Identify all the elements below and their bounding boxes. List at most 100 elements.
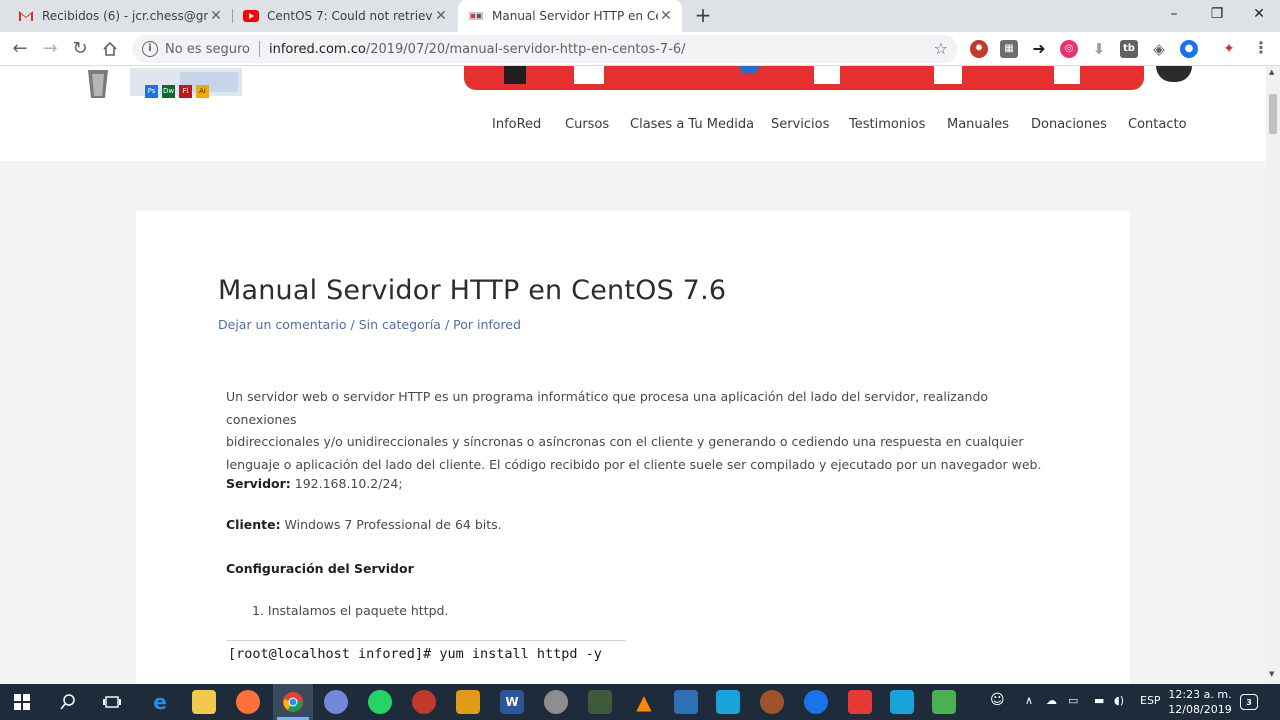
bug-icon[interactable]: ✹ <box>970 40 988 58</box>
step-item: 1. Instalamos el paquete httpd. <box>252 603 449 618</box>
virtualbox-icon[interactable] <box>674 690 698 714</box>
shield-icon[interactable]: ● <box>1180 40 1198 58</box>
youtube-icon <box>243 8 259 24</box>
forward-button[interactable]: → <box>39 38 61 60</box>
reload-button[interactable]: ↻ <box>69 38 91 60</box>
download-icon[interactable]: ⬇ <box>1090 40 1108 58</box>
back-button[interactable]: ← <box>9 38 31 60</box>
close-icon[interactable]: ✕ <box>433 8 449 24</box>
notification-center-icon[interactable]: 3 <box>1240 694 1258 710</box>
web-page: Ps Dw Fl Ai InfoRed Cursos Clases a Tu M… <box>0 66 1266 684</box>
scroll-down-icon[interactable]: ▼ <box>1269 670 1274 678</box>
volume-icon[interactable]: ◖) <box>1114 694 1124 707</box>
app6-icon[interactable] <box>848 690 872 714</box>
nav-inforED[interactable]: InfoRed <box>492 117 541 132</box>
new-tab-button[interactable]: + <box>692 4 714 26</box>
word-icon[interactable]: W <box>500 690 524 714</box>
site-header: Ps Dw Fl Ai InfoRed Cursos Clases a Tu M… <box>0 66 1266 161</box>
firefox-icon[interactable] <box>236 690 260 714</box>
scrollbar-thumb[interactable] <box>1269 94 1277 134</box>
client-line: Cliente: Windows 7 Professional de 64 bi… <box>226 514 1046 537</box>
nav-manuales[interactable]: Manuales <box>947 117 1009 132</box>
nav-cursos[interactable]: Cursos <box>565 117 609 132</box>
network-icon[interactable]: ▭ <box>1068 694 1078 707</box>
folder-app-icon[interactable] <box>456 690 480 714</box>
app5-icon[interactable] <box>760 690 784 714</box>
language-indicator[interactable]: ESP <box>1140 694 1161 707</box>
file-explorer-icon[interactable] <box>192 690 216 714</box>
tab-title: CentOS 7: Could not retrieve mirr <box>267 9 433 23</box>
app3-icon[interactable] <box>588 690 612 714</box>
gauge-icon[interactable]: ▦ <box>1000 40 1018 58</box>
nav-contacto[interactable]: Contacto <box>1128 117 1187 132</box>
address-bar[interactable]: i No es seguro infored.com.co/2019/07/20… <box>132 35 958 63</box>
client-label: Cliente: <box>226 517 281 532</box>
infored-icon <box>468 8 484 24</box>
comment-link[interactable]: Dejar un comentario <box>218 317 347 332</box>
nav-testimonios[interactable]: Testimonios <box>849 117 925 132</box>
people-icon[interactable]: ☺ <box>990 692 1005 708</box>
cloud-icon[interactable]: ☁ <box>1046 694 1057 707</box>
tab-gmail[interactable]: Recibidos (6) - jcr.chess@gmail.c ✕ <box>8 0 232 32</box>
app2-icon[interactable] <box>544 690 568 714</box>
sign-icon[interactable]: ◎ <box>1060 40 1078 58</box>
tab-title: Manual Servidor HTTP en CentO <box>492 9 658 23</box>
windows-start-icon[interactable] <box>10 690 34 714</box>
tab-youtube[interactable]: CentOS 7: Could not retrieve mirr ✕ <box>233 0 457 32</box>
tb-icon[interactable]: tb <box>1120 40 1138 58</box>
software-badge: Dw <box>162 85 175 98</box>
category-link[interactable]: Sin categoría <box>359 317 441 332</box>
software-badge: Fl <box>179 85 192 98</box>
share-arrow-icon[interactable]: ➜ <box>1030 40 1048 58</box>
browser-toolbar: ← → ↻ i No es seguro infored.com.co/2019… <box>0 32 1280 66</box>
app8-icon[interactable] <box>932 690 956 714</box>
app-icon[interactable] <box>412 690 436 714</box>
minimize-button[interactable]: – <box>1153 0 1195 28</box>
software-badge: Ps <box>145 85 158 98</box>
server-line: Servidor: 192.168.10.2/24; <box>226 473 1046 496</box>
scroll-up-icon[interactable]: ▲ <box>1269 68 1274 76</box>
code-block: [root@localhost infored]# yum install ht… <box>228 646 602 662</box>
tab-infored[interactable]: Manual Servidor HTTP en CentO ✕ <box>458 0 682 32</box>
menu-icon[interactable]: ⋮ <box>1252 40 1270 58</box>
app4-icon[interactable] <box>716 690 740 714</box>
info-icon[interactable]: i <box>142 41 158 57</box>
home-button[interactable] <box>99 38 121 60</box>
close-icon[interactable]: ✕ <box>658 8 674 24</box>
tab-title: Recibidos (6) - jcr.chess@gmail.c <box>42 9 208 23</box>
article-title: Manual Servidor HTTP en CentOS 7.6 <box>218 275 727 306</box>
client-value: Windows 7 Professional de 64 bits. <box>280 517 502 532</box>
teamviewer-icon[interactable] <box>804 690 828 714</box>
system-clock[interactable]: 12:23 a. m. 12/08/2019 <box>1168 687 1232 717</box>
antenna-icon[interactable]: ✦ <box>1220 40 1238 58</box>
divider <box>259 41 260 57</box>
chrome-icon[interactable] <box>281 690 305 714</box>
intro-line: Un servidor web o servidor HTTP es un pr… <box>226 389 989 427</box>
vlc-icon[interactable]: ▲ <box>632 690 656 714</box>
infored-logo-banner[interactable] <box>464 66 1144 90</box>
whatsapp-icon[interactable] <box>368 690 392 714</box>
registered-mark-icon <box>1156 66 1192 82</box>
restore-button[interactable]: ❐ <box>1196 0 1238 28</box>
author-link[interactable]: infored <box>477 317 521 332</box>
discord-icon[interactable] <box>324 690 348 714</box>
page-scrollbar[interactable]: ▲ ▼ <box>1266 66 1280 684</box>
intro-paragraph: Un servidor web o servidor HTTP es un pr… <box>226 386 1046 476</box>
task-view-icon[interactable] <box>100 690 124 714</box>
config-heading: Configuración del Servidor <box>226 561 414 576</box>
app7-icon[interactable] <box>890 690 914 714</box>
nav-donaciones[interactable]: Donaciones <box>1031 117 1107 132</box>
nav-servicios[interactable]: Servicios <box>771 117 829 132</box>
chevron-up-icon[interactable]: ∧ <box>1025 694 1033 707</box>
battery-icon[interactable]: ▬ <box>1094 694 1104 707</box>
nav-clases[interactable]: Clases a Tu Medida <box>630 117 754 132</box>
edge-icon[interactable]: e <box>148 690 172 714</box>
search-icon[interactable] <box>56 690 80 714</box>
url-path: /2019/07/20/manual-servidor-http-en-cent… <box>365 41 686 57</box>
tag-icon[interactable]: ◈ <box>1150 40 1168 58</box>
site-logo-graphic[interactable]: Ps Dw Fl Ai <box>84 66 244 100</box>
tab-strip: Recibidos (6) - jcr.chess@gmail.c ✕ Cent… <box>0 0 1280 32</box>
close-window-button[interactable]: ✕ <box>1238 0 1280 28</box>
bookmark-star-icon[interactable]: ☆ <box>934 39 948 58</box>
close-icon[interactable]: ✕ <box>208 8 224 24</box>
